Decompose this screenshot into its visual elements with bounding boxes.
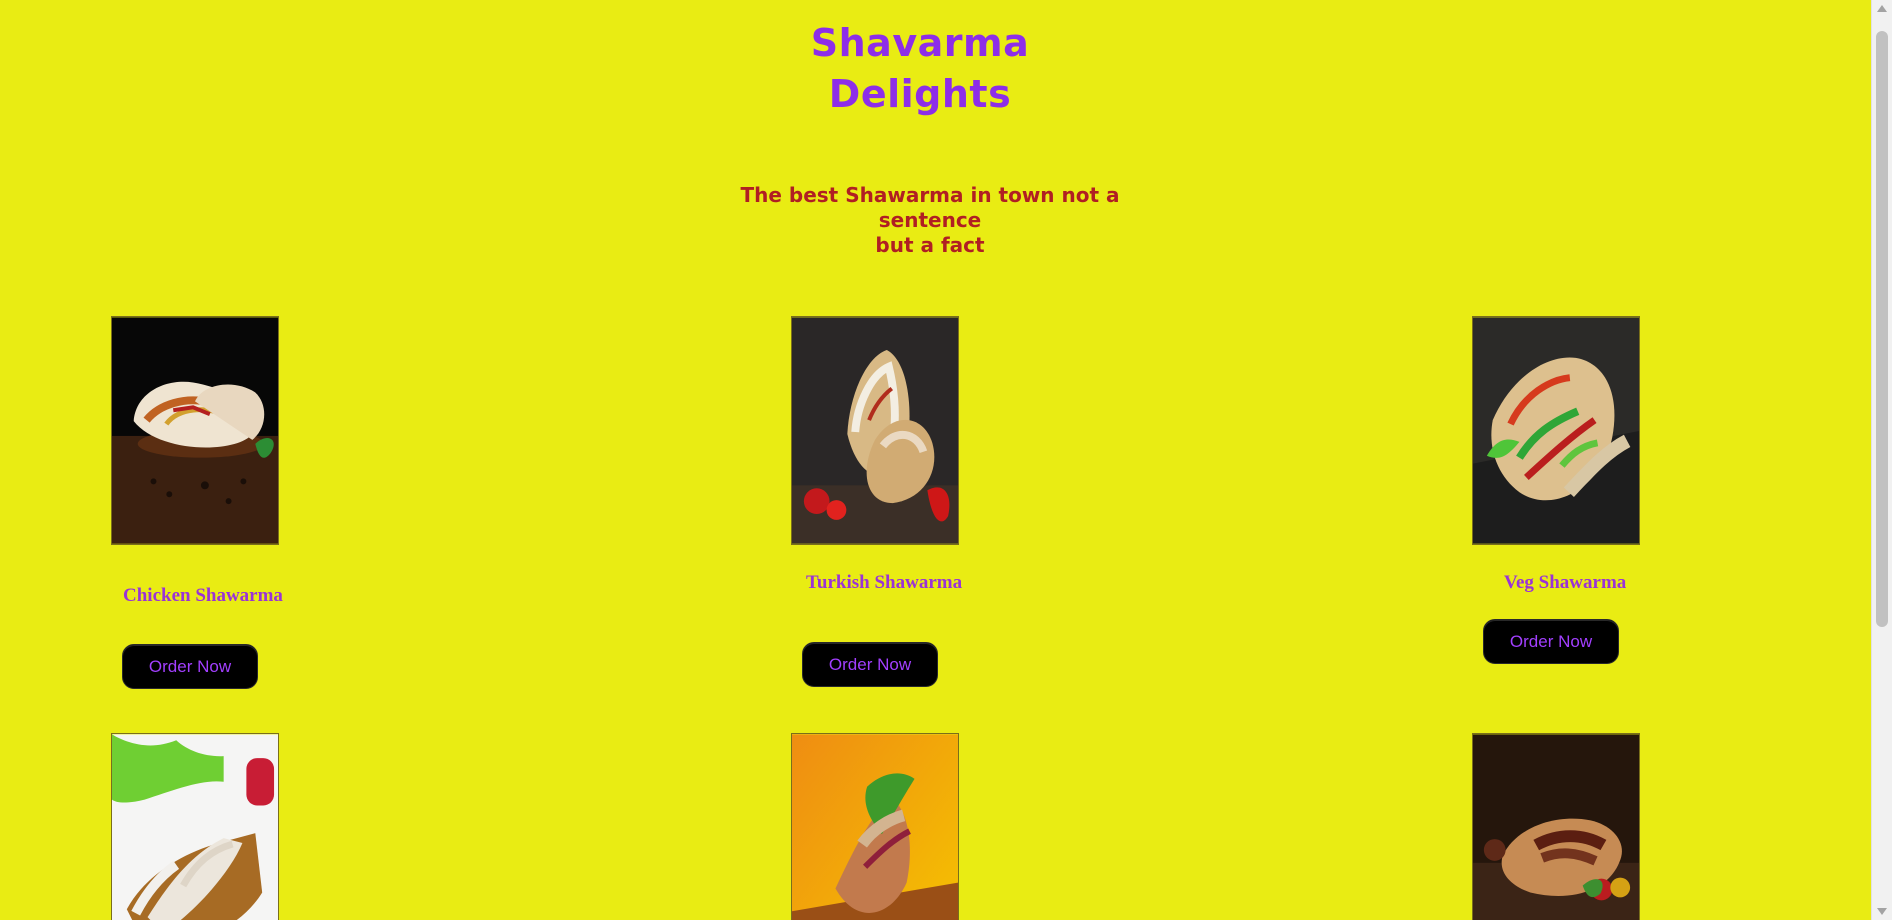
vertical-scrollbar[interactable] bbox=[1871, 0, 1892, 920]
turkish-shawarma-photo bbox=[792, 317, 958, 544]
veg-shawarma-title: Veg Shawarma bbox=[1504, 572, 1627, 593]
turkish-shawarma-image bbox=[791, 316, 959, 545]
main-content: Shavarma Delights The best Shawarma in t… bbox=[0, 0, 1871, 920]
veg-shawarma-photo bbox=[1473, 317, 1639, 544]
scroll-down-arrow-icon[interactable] bbox=[1877, 908, 1887, 915]
shawarma-preview-image-row-2-right bbox=[1472, 733, 1640, 920]
preview-photo-lettuce-wrap bbox=[112, 734, 278, 920]
veg-shawarma-image bbox=[1472, 316, 1640, 545]
order-now-chicken-button[interactable]: Order Now bbox=[122, 644, 258, 689]
shawarma-preview-image-row-2-middle bbox=[791, 733, 959, 920]
preview-photo-orange-wrap bbox=[792, 734, 958, 920]
chicken-shawarma-title: Chicken Shawarma bbox=[123, 585, 283, 606]
chicken-shawarma-image bbox=[111, 316, 279, 545]
shawarma-preview-image-row-2-left bbox=[111, 733, 279, 920]
tagline-line-2: but a fact bbox=[875, 233, 985, 257]
preview-photo-grilled-wrap bbox=[1473, 734, 1639, 920]
chicken-shawarma-photo bbox=[112, 317, 278, 544]
order-now-veg-button[interactable]: Order Now bbox=[1483, 619, 1619, 664]
order-now-turkish-button[interactable]: Order Now bbox=[802, 642, 938, 687]
page-root: Shavarma Delights The best Shawarma in t… bbox=[0, 0, 1892, 920]
scrollbar-thumb[interactable] bbox=[1876, 31, 1888, 627]
turkish-shawarma-title: Turkish Shawarma bbox=[806, 572, 963, 593]
site-title-line-1: Shavarma bbox=[810, 21, 1030, 65]
site-tagline: The best Shawarma in town not a sentence… bbox=[700, 183, 1160, 258]
scroll-up-arrow-icon[interactable] bbox=[1877, 5, 1887, 12]
site-title-line-2: Delights bbox=[828, 72, 1012, 116]
site-title: Shavarma Delights bbox=[700, 18, 1140, 120]
tagline-line-1: The best Shawarma in town not a sentence bbox=[740, 183, 1120, 232]
